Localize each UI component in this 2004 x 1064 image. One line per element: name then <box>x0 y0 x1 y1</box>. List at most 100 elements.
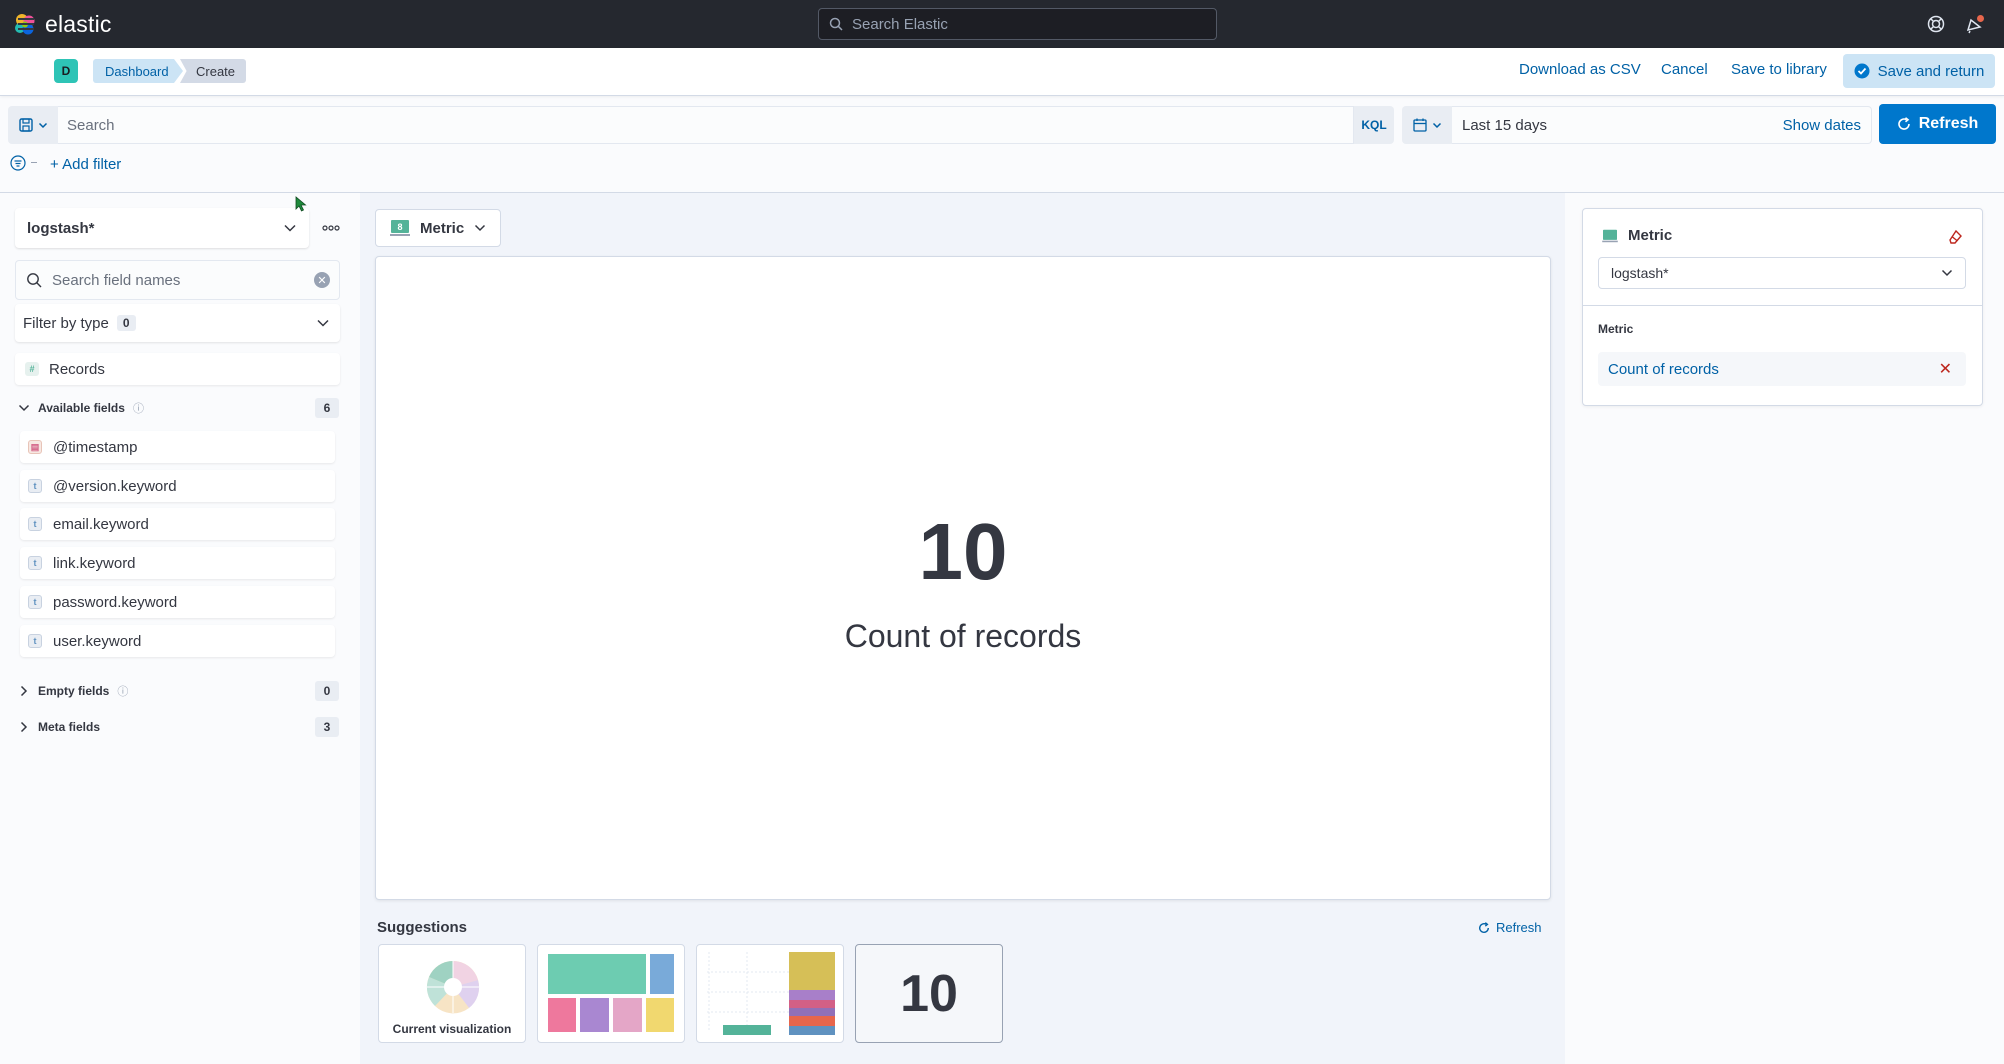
layer-index-pattern-value: logstash* <box>1611 265 1669 281</box>
field-name: link.keyword <box>53 554 136 572</box>
string-type-icon: t <box>28 517 42 531</box>
filter-count-badge: 0 <box>116 315 136 331</box>
empty-fields-toggle[interactable]: Empty fields ⓘ <box>18 681 128 701</box>
field-search-input[interactable] <box>52 271 302 289</box>
chevron-down-icon <box>1941 269 1953 277</box>
svg-text:8: 8 <box>397 222 402 232</box>
save-and-return-button[interactable]: Save and return <box>1843 54 1995 88</box>
number-type-icon: # <box>25 362 39 376</box>
field-search-field[interactable] <box>15 260 340 300</box>
field-name: Records <box>49 360 105 378</box>
suggestion-stacked-bar[interactable] <box>696 944 844 1043</box>
metric-dimension-label: Metric <box>1598 322 1634 336</box>
clear-icon[interactable]: ✕ <box>314 272 330 288</box>
available-fields-label: Available fields <box>38 401 125 415</box>
field-item[interactable]: t password.keyword <box>20 586 335 618</box>
global-search-input[interactable] <box>852 15 1192 33</box>
date-range-label: Last 15 days <box>1462 116 1548 134</box>
cancel-button[interactable]: Cancel <box>1661 61 1708 78</box>
newsfeed-icon[interactable] <box>1964 13 1986 35</box>
more-options-icon[interactable] <box>320 218 342 238</box>
refresh-label: Refresh <box>1918 115 1979 132</box>
filter-by-type-button[interactable]: Filter by type 0 <box>15 304 340 342</box>
metric-dimension-item[interactable]: Count of records ✕ <box>1598 352 1966 386</box>
config-divider <box>1583 305 1982 306</box>
field-item[interactable]: t link.keyword <box>20 547 335 579</box>
field-item[interactable]: t @version.keyword <box>20 470 335 502</box>
meta-fields-count: 3 <box>315 717 339 737</box>
download-csv-button[interactable]: Download as CSV <box>1519 61 1641 78</box>
query-search-field[interactable] <box>58 106 1354 144</box>
chevron-down-icon <box>475 224 486 232</box>
suggestion-treemap[interactable] <box>537 944 685 1043</box>
field-name: password.keyword <box>53 593 178 611</box>
field-item-records[interactable]: # Records <box>15 353 340 385</box>
close-icon[interactable]: ✕ <box>1939 359 1952 379</box>
add-filter-button[interactable]: + Add filter <box>50 156 121 173</box>
suggestions-refresh-label: Refresh <box>1496 920 1542 935</box>
info-icon[interactable]: ⓘ <box>117 683 128 699</box>
field-item[interactable]: t email.keyword <box>20 508 335 540</box>
info-icon[interactable]: ⓘ <box>133 400 144 416</box>
metric-vis-icon: 8 <box>390 220 410 236</box>
help-icon[interactable] <box>1925 13 1947 35</box>
hamburger-icon <box>18 18 34 30</box>
chevron-right-icon <box>20 685 28 697</box>
refresh-button[interactable]: Refresh <box>1879 104 1996 144</box>
layer-index-pattern-select[interactable]: logstash* <box>1598 257 1966 289</box>
field-name: @version.keyword <box>53 477 177 495</box>
chevron-down-icon <box>284 224 296 232</box>
breadcrumb-create: Create <box>180 59 246 83</box>
show-dates-link[interactable]: Show dates <box>1783 117 1861 134</box>
meta-fields-label: Meta fields <box>38 720 101 734</box>
global-search-field[interactable] <box>818 8 1217 40</box>
refresh-icon <box>1479 921 1489 933</box>
metric-value: 10 <box>918 507 1008 596</box>
metric-label: Count of records <box>844 618 1082 654</box>
query-search-input[interactable] <box>67 116 1267 134</box>
filter-divider <box>31 162 37 163</box>
save-icon <box>19 118 33 132</box>
date-type-icon: ▤ <box>28 440 42 454</box>
date-range-picker[interactable]: Last 15 days Show dates <box>1452 106 1872 144</box>
field-item[interactable]: ▤ @timestamp <box>20 431 335 463</box>
query-language-button[interactable]: KQL <box>1354 106 1394 144</box>
index-pattern-value: logstash* <box>27 219 95 237</box>
field-name: @timestamp <box>53 438 138 456</box>
space-avatar[interactable]: D <box>54 59 78 83</box>
string-type-icon: t <box>28 634 42 648</box>
suggestion-metric[interactable]: 10 <box>855 944 1003 1043</box>
calendar-icon <box>1413 118 1427 132</box>
chevron-down-icon <box>18 404 30 412</box>
stacked-bar-thumbnail <box>707 952 835 1035</box>
empty-fields-label: Empty fields <box>38 684 110 698</box>
available-fields-count: 6 <box>315 398 339 418</box>
field-item[interactable]: t user.keyword <box>20 625 335 657</box>
suggestion-current[interactable]: Current visualization <box>378 944 526 1043</box>
save-to-library-button[interactable]: Save to library <box>1731 61 1827 78</box>
saved-query-button[interactable] <box>8 106 58 144</box>
breadcrumb-dashboard[interactable]: Dashboard <box>93 59 183 83</box>
donut-chart-thumbnail <box>426 961 480 1014</box>
chevron-down-icon <box>38 122 48 129</box>
field-name: email.keyword <box>53 515 149 533</box>
suggestions-refresh-button[interactable]: Refresh <box>1478 920 1542 935</box>
filter-options-icon[interactable] <box>10 155 26 171</box>
menu-toggle-button[interactable] <box>14 12 38 36</box>
available-fields-toggle[interactable]: Available fields ⓘ <box>18 398 144 418</box>
metric-dimension-link[interactable]: Count of records <box>1608 361 1719 378</box>
chart-type-switcher[interactable]: 8 Metric <box>375 209 501 247</box>
brand-name: elastic <box>45 10 112 37</box>
quick-date-menu-button[interactable] <box>1402 106 1452 144</box>
chevron-down-icon <box>1432 122 1442 129</box>
index-pattern-select[interactable]: logstash* <box>15 208 309 248</box>
field-name: user.keyword <box>53 632 142 650</box>
remove-layer-icon[interactable] <box>1947 229 1965 247</box>
treemap-thumbnail <box>548 954 674 1032</box>
mouse-cursor-icon <box>295 196 307 212</box>
chevron-down-icon <box>317 319 329 327</box>
meta-fields-toggle[interactable]: Meta fields <box>18 717 100 737</box>
layer-type-title: Metric <box>1602 227 1672 244</box>
save-and-return-label: Save and return <box>1877 62 1985 80</box>
refresh-icon <box>1897 117 1910 130</box>
